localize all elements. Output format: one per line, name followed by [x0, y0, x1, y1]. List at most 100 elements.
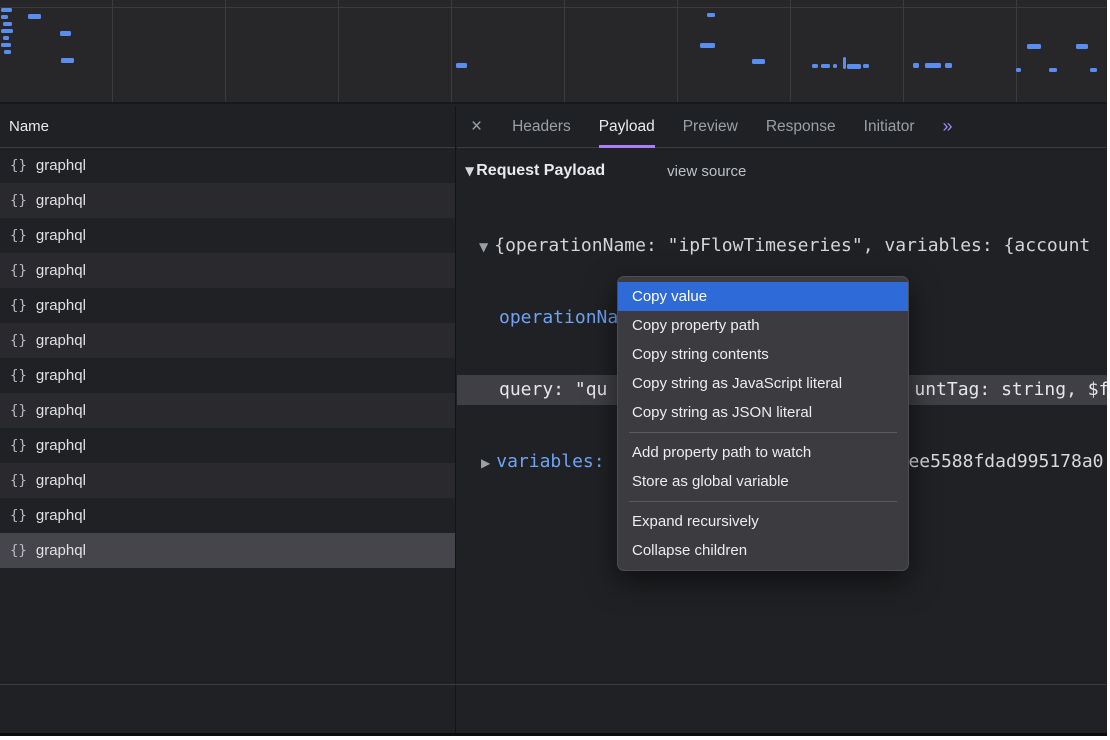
timeline-bar	[1076, 44, 1088, 49]
tab-preview[interactable]: Preview	[683, 106, 738, 148]
menu-item-add-property-path-to-watch[interactable]: Add property path to watch	[618, 438, 908, 467]
requests-list: {}graphql {}graphql {}graphql {}graphql …	[0, 148, 455, 568]
table-row-selected[interactable]: {} graphql	[0, 533, 455, 568]
table-row[interactable]: {} graphql	[0, 393, 455, 428]
section-collapse-icon[interactable]: ▼	[465, 164, 474, 178]
menu-item-collapse-children[interactable]: Collapse children	[618, 536, 908, 565]
timeline-bar	[3, 22, 12, 26]
menu-item-copy-property-path[interactable]: Copy property path	[618, 311, 908, 340]
json-braces-icon: {}	[10, 298, 27, 314]
network-overview-timeline[interactable]	[0, 0, 1107, 104]
menu-item-copy-string-json-literal[interactable]: Copy string as JSON literal	[618, 398, 908, 427]
table-row[interactable]: {} graphql	[0, 323, 455, 358]
json-braces-icon: {}	[10, 403, 27, 419]
timeline-bar	[833, 64, 837, 68]
timeline-bar	[1027, 44, 1041, 49]
request-name: graphql	[36, 402, 86, 419]
timeline-bar	[61, 58, 74, 63]
property-value-end: ee5588fdad995178a0	[908, 451, 1103, 472]
menu-item-copy-string-contents[interactable]: Copy string contents	[618, 340, 908, 369]
column-header-label: Name	[9, 118, 49, 135]
timeline-bar	[821, 64, 830, 68]
timeline-bar	[843, 57, 846, 69]
json-braces-icon: {}	[10, 263, 27, 279]
table-row[interactable]: {} graphql	[0, 218, 455, 253]
timeline-bar	[28, 14, 41, 19]
request-name: graphql	[36, 157, 86, 174]
menu-separator	[629, 501, 897, 502]
request-name: graphql	[36, 227, 86, 244]
timeline-bar	[1090, 68, 1097, 72]
json-braces-icon: {}	[10, 508, 27, 524]
tab-response[interactable]: Response	[766, 106, 836, 148]
view-source-link[interactable]: view source	[667, 163, 746, 180]
requests-panel: Name {} graphql {} graphql {} graphql {} gra…	[0, 106, 456, 733]
timeline-bar	[1016, 68, 1021, 72]
json-braces-icon: {}	[10, 193, 27, 209]
json-braces-icon: {}	[10, 333, 27, 349]
timeline-bar	[925, 63, 941, 68]
table-row[interactable]: {} graphql	[0, 428, 455, 463]
json-braces-icon: {}	[10, 228, 27, 244]
menu-item-copy-value[interactable]: Copy value	[618, 282, 908, 311]
request-name: graphql	[36, 297, 86, 314]
menu-item-expand-recursively[interactable]: Expand recursively	[618, 507, 908, 536]
context-menu: Copy value Copy property path Copy strin…	[617, 276, 909, 571]
payload-root-preview: {operationName: "ipFlowTimeseries", vari…	[494, 235, 1090, 256]
property-key: variables:	[496, 451, 615, 472]
json-braces-icon: {}	[10, 368, 27, 384]
request-name: graphql	[36, 507, 86, 524]
json-braces-icon: {}	[10, 473, 27, 489]
timeline-bar	[752, 59, 765, 64]
timeline-bar	[60, 31, 71, 36]
timeline-bar	[707, 13, 715, 17]
timeline-bar	[945, 63, 952, 68]
more-tabs-icon[interactable]: »	[943, 116, 952, 137]
collapse-triangle-icon[interactable]: ▼	[479, 240, 488, 254]
menu-item-store-as-global-variable[interactable]: Store as global variable	[618, 467, 908, 496]
json-braces-icon: {}	[10, 158, 27, 174]
property-key: query:	[499, 379, 575, 400]
column-header-name[interactable]: Name	[0, 106, 455, 148]
table-row[interactable]: {} graphql	[0, 253, 455, 288]
menu-separator	[629, 432, 897, 433]
timeline-gridline	[0, 7, 1107, 8]
timeline-bar	[1, 43, 11, 47]
table-row[interactable]: {}graphql	[0, 463, 455, 498]
payload-root-row[interactable]: ▼ {operationName: "ipFlowTimeseries", var…	[457, 231, 1107, 261]
tab-headers[interactable]: Headers	[512, 106, 571, 148]
request-name: graphql	[36, 367, 86, 384]
table-row[interactable]: {} graphql	[0, 183, 455, 218]
request-name: graphql	[36, 262, 86, 279]
menu-item-copy-string-js-literal[interactable]: Copy string as JavaScript literal	[618, 369, 908, 398]
table-row[interactable]: {} graphql	[0, 358, 455, 393]
request-name: graphql	[36, 332, 86, 349]
property-value-start: "qu	[575, 379, 608, 400]
details-tab-bar: × Headers Payload Preview Response Initi…	[457, 106, 1107, 148]
section-title: Request Payload	[476, 162, 605, 180]
summary-bar-divider	[0, 684, 1107, 685]
tab-initiator[interactable]: Initiator	[864, 106, 915, 148]
timeline-bar	[812, 64, 818, 68]
table-row[interactable]: {} graphql	[0, 288, 455, 323]
timeline-bar	[700, 43, 715, 48]
table-row[interactable]: {} graphql	[0, 498, 455, 533]
close-icon[interactable]: ×	[471, 116, 482, 138]
timeline-bar	[1049, 68, 1057, 72]
timeline-bar	[456, 63, 467, 68]
timeline-bar	[1, 29, 13, 33]
timeline-bar	[847, 64, 861, 69]
json-braces-icon: {}	[10, 438, 27, 454]
request-name: graphql	[36, 437, 86, 454]
table-row[interactable]: {} graphql	[0, 148, 455, 183]
request-name: graphql	[36, 542, 86, 559]
timeline-bar	[913, 63, 919, 68]
json-braces-icon: {}	[10, 543, 27, 559]
expand-triangle-icon[interactable]: ▶	[481, 456, 490, 470]
timeline-bar	[3, 36, 9, 40]
request-name: graphql	[36, 192, 86, 209]
tab-payload[interactable]: Payload	[599, 106, 655, 148]
timeline-bar	[1, 15, 8, 19]
timeline-bar	[863, 64, 869, 68]
property-value-end: untTag: string, $f	[914, 379, 1107, 400]
